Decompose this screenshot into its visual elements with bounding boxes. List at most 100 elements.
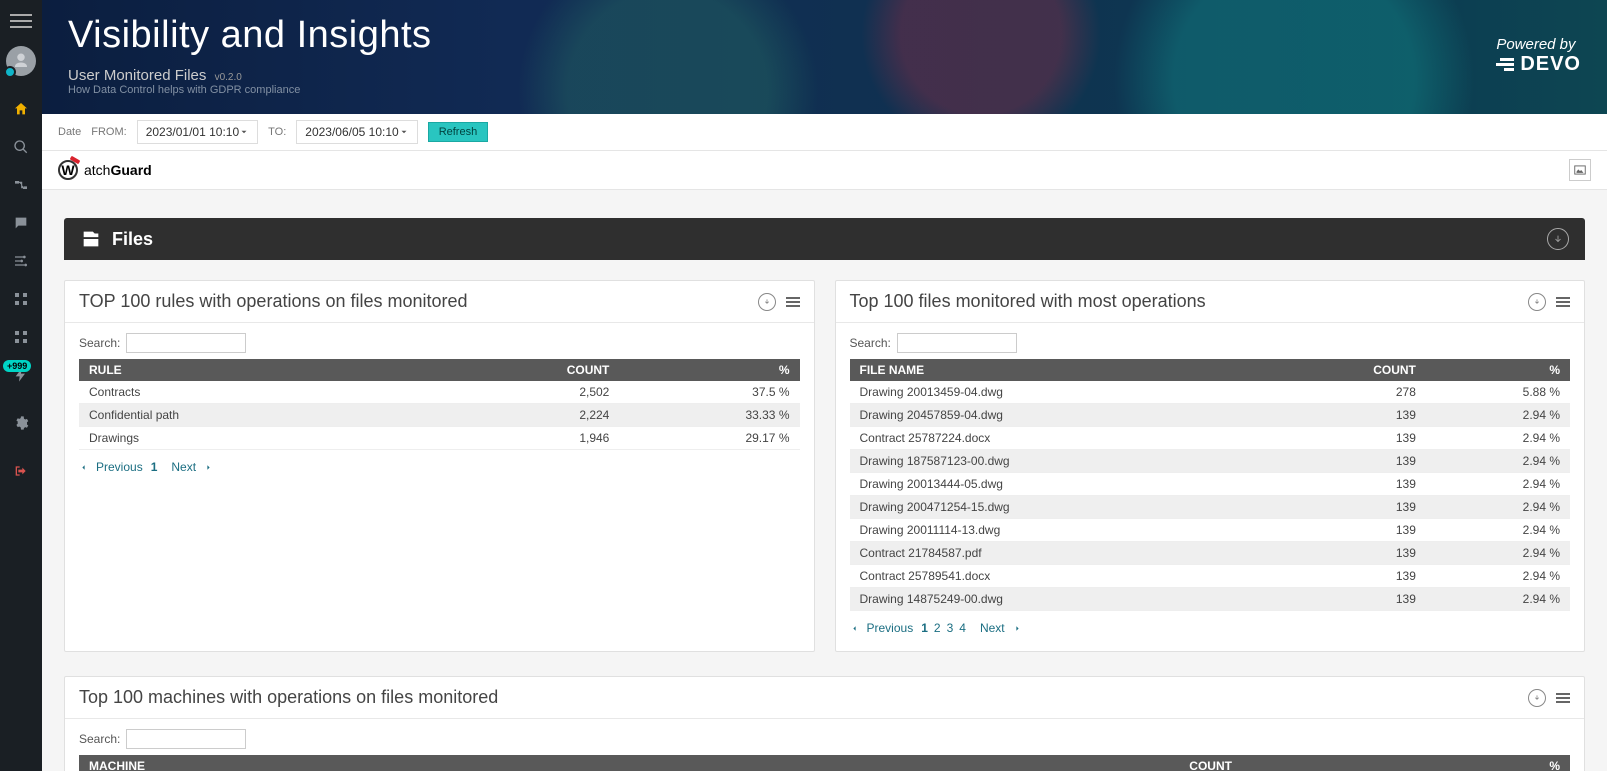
table-row[interactable]: Drawing 187587123-00.dwg1392.94 % xyxy=(850,450,1571,473)
panel-rules-title: TOP 100 rules with operations on files m… xyxy=(79,291,468,312)
files-next[interactable]: Next xyxy=(980,621,1005,635)
cell-count: 278 xyxy=(1167,381,1426,404)
cell-count: 139 xyxy=(1167,565,1426,588)
powered-label: Powered by xyxy=(1496,36,1581,53)
table-row[interactable]: Contract 25787224.docx1392.94 % xyxy=(850,427,1571,450)
table-row[interactable]: Drawing 14875249-00.dwg1392.94 % xyxy=(850,588,1571,611)
cell-count: 1,946 xyxy=(403,427,619,450)
main-area: Visibility and Insights User Monitored F… xyxy=(42,0,1607,771)
rules-prev[interactable]: Previous xyxy=(96,460,143,474)
nav-alerts[interactable] xyxy=(0,204,42,242)
nav-bolt[interactable]: +999 xyxy=(0,356,42,394)
panel-files-download[interactable] xyxy=(1528,293,1546,311)
cell-file: Drawing 20013444-05.dwg xyxy=(850,473,1167,496)
cell-count: 139 xyxy=(1167,450,1426,473)
table-row[interactable]: Drawing 200471254-15.dwg1392.94 % xyxy=(850,496,1571,519)
table-row[interactable]: Contract 21784587.pdf1392.94 % xyxy=(850,542,1571,565)
panel-rules-download[interactable] xyxy=(758,293,776,311)
col-rule[interactable]: RULE xyxy=(79,359,403,381)
page-1[interactable]: 1 xyxy=(921,621,928,635)
page-subtitle: User Monitored Files xyxy=(68,67,206,84)
to-date-input[interactable]: 2023/06/05 10:10 xyxy=(296,120,417,144)
panel-files-menu[interactable] xyxy=(1556,295,1570,309)
panel-machines-download[interactable] xyxy=(1528,689,1546,707)
nav-settings[interactable] xyxy=(0,404,42,442)
nav-search[interactable] xyxy=(0,128,42,166)
cell-count: 2,224 xyxy=(403,404,619,427)
table-row[interactable]: Drawing 20013459-04.dwg2785.88 % xyxy=(850,381,1571,404)
col-machine[interactable]: MACHINE xyxy=(79,755,705,771)
cell-rule: Contracts xyxy=(79,381,403,404)
panel-rules: TOP 100 rules with operations on files m… xyxy=(64,280,815,652)
panel-machines-menu[interactable] xyxy=(1556,691,1570,705)
rules-table: RULE COUNT % Contracts2,50237.5 %Confide… xyxy=(79,359,800,450)
files-prev[interactable]: Previous xyxy=(867,621,914,635)
cell-file: Drawing 20457859-04.dwg xyxy=(850,404,1167,427)
files-table: FILE NAME COUNT % Drawing 20013459-04.dw… xyxy=(850,359,1571,611)
date-label: Date xyxy=(58,126,81,138)
page-1[interactable]: 1 xyxy=(151,460,158,474)
table-row[interactable]: Drawing 20457859-04.dwg1392.94 % xyxy=(850,404,1571,427)
rules-next[interactable]: Next xyxy=(171,460,196,474)
page-2[interactable]: 2 xyxy=(934,621,941,635)
files-pager: Previous 1234 Next xyxy=(850,621,1571,635)
cell-pct: 33.33 % xyxy=(619,404,799,427)
cell-count: 139 xyxy=(1167,542,1426,565)
cell-pct: 2.94 % xyxy=(1426,565,1570,588)
col-count[interactable]: COUNT xyxy=(705,755,1242,771)
machines-search-input[interactable] xyxy=(126,729,246,749)
cell-file: Drawing 20011114-13.dwg xyxy=(850,519,1167,542)
powered-brand: DEVO xyxy=(1520,53,1581,76)
cell-file: Contract 25789541.docx xyxy=(850,565,1167,588)
user-avatar[interactable] xyxy=(6,46,36,76)
cell-count: 139 xyxy=(1167,473,1426,496)
col-pct[interactable]: % xyxy=(1242,755,1570,771)
panel-machines: Top 100 machines with operations on file… xyxy=(64,676,1585,771)
nav-apps-2[interactable] xyxy=(0,318,42,356)
section-files-title: Files xyxy=(112,229,153,250)
nav-home[interactable] xyxy=(0,90,42,128)
files-search-label: Search: xyxy=(850,336,891,350)
table-row[interactable]: Drawing 20013444-05.dwg1392.94 % xyxy=(850,473,1571,496)
table-row[interactable]: Contract 25789541.docx1392.94 % xyxy=(850,565,1571,588)
screenshot-button[interactable] xyxy=(1569,159,1591,181)
rules-search-input[interactable] xyxy=(126,333,246,353)
nav-logout[interactable] xyxy=(0,452,42,490)
panel-files: Top 100 files monitored with most operat… xyxy=(835,280,1586,652)
cell-file: Drawing 187587123-00.dwg xyxy=(850,450,1167,473)
nav-sliders[interactable] xyxy=(0,242,42,280)
col-pct[interactable]: % xyxy=(1426,359,1570,381)
from-date-input[interactable]: 2023/01/01 10:10 xyxy=(137,120,258,144)
cell-count: 2,502 xyxy=(403,381,619,404)
panel-rules-menu[interactable] xyxy=(786,295,800,309)
section-files-header: Files xyxy=(64,218,1585,260)
col-pct[interactable]: % xyxy=(619,359,799,381)
files-search-input[interactable] xyxy=(897,333,1017,353)
cell-pct: 2.94 % xyxy=(1426,427,1570,450)
col-file[interactable]: FILE NAME xyxy=(850,359,1167,381)
cell-count: 139 xyxy=(1167,496,1426,519)
menu-toggle[interactable] xyxy=(10,0,32,38)
col-count[interactable]: COUNT xyxy=(1167,359,1426,381)
cell-pct: 5.88 % xyxy=(1426,381,1570,404)
page-4[interactable]: 4 xyxy=(959,621,966,635)
panel-files-title: Top 100 files monitored with most operat… xyxy=(850,291,1206,312)
chevron-down-icon xyxy=(239,127,249,137)
powered-by: Powered by DEVO xyxy=(1496,36,1581,76)
from-label: FROM: xyxy=(91,126,126,138)
col-count[interactable]: COUNT xyxy=(403,359,619,381)
page-3[interactable]: 3 xyxy=(947,621,954,635)
table-row[interactable]: Drawing 20011114-13.dwg1392.94 % xyxy=(850,519,1571,542)
chevron-right-icon xyxy=(204,463,213,472)
refresh-button[interactable]: Refresh xyxy=(428,122,489,142)
nav-flow[interactable] xyxy=(0,166,42,204)
cell-pct: 37.5 % xyxy=(619,381,799,404)
table-row[interactable]: Contracts2,50237.5 % xyxy=(79,381,800,404)
cell-count: 139 xyxy=(1167,588,1426,611)
chevron-down-icon xyxy=(399,127,409,137)
nav-apps-1[interactable] xyxy=(0,280,42,318)
table-row[interactable]: Confidential path2,22433.33 % xyxy=(79,404,800,427)
table-row[interactable]: Drawings1,94629.17 % xyxy=(79,427,800,450)
section-collapse-button[interactable] xyxy=(1547,228,1569,250)
rules-search-label: Search: xyxy=(79,336,120,350)
